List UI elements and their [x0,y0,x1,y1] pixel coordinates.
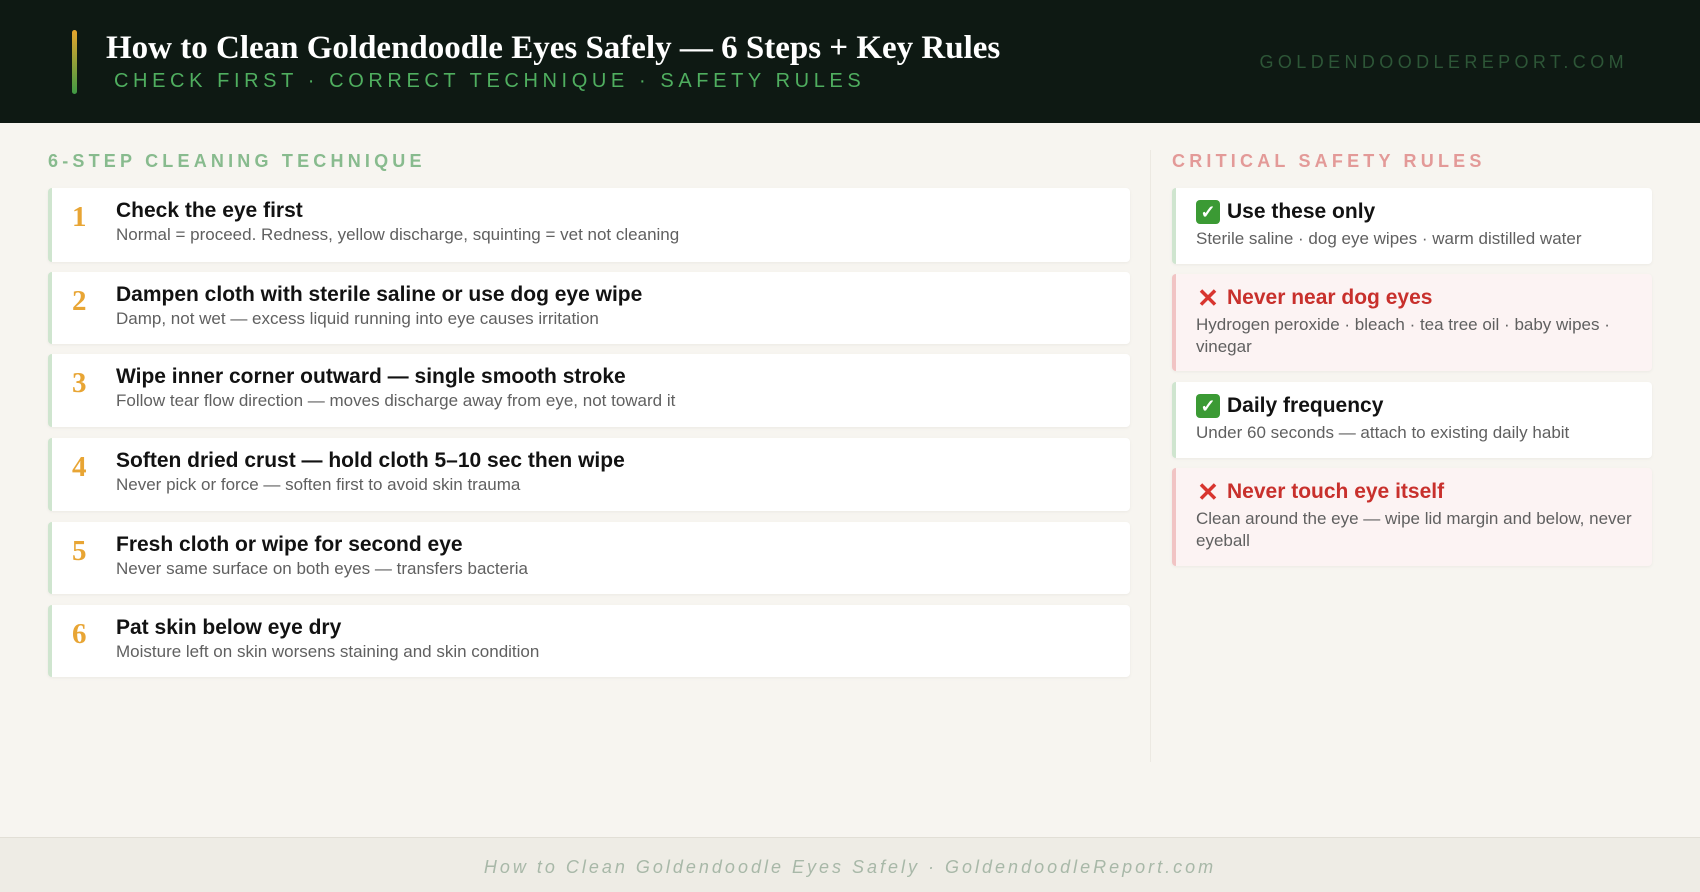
check-icon: ✓ [1196,200,1220,224]
step-title: Pat skin below eye dry [116,616,342,639]
step-title: Check the eye first [116,199,303,222]
cross-icon: ✕ [1197,477,1219,507]
step-title: Soften dried crust — hold cloth 5–10 sec… [116,449,625,472]
site-name[interactable]: GOLDENDOODLEREPORT.COM [1259,52,1628,73]
step-number: 6 [72,618,87,650]
rule-title: Use these only [1227,200,1376,223]
step-description: Never pick or force — soften first to av… [116,475,521,494]
steps-section-title: 6-STEP CLEANING TECHNIQUE [48,151,426,171]
step-number: 4 [72,451,87,483]
step-card: 1 Check the eye first Normal = proceed. … [48,188,1130,262]
rule-card: ✕ Never touch eye itself Clean around th… [1172,468,1652,566]
step-card: 4 Soften dried crust — hold cloth 5–10 s… [48,438,1130,511]
step-card: 2 Dampen cloth with sterile saline or us… [48,272,1130,344]
step-number: 1 [72,201,87,233]
rule-description: Clean around the eye — wipe lid margin a… [1196,509,1632,550]
step-number: 5 [72,535,87,567]
cross-icon: ✕ [1197,283,1219,313]
step-number: 2 [72,285,87,317]
rule-title: Daily frequency [1227,394,1384,417]
step-description: Follow tear flow direction — moves disch… [116,391,676,410]
step-title: Wipe inner corner outward — single smoot… [116,365,626,388]
check-icon: ✓ [1196,394,1220,418]
step-number: 3 [72,367,87,399]
footer: How to Clean Goldendoodle Eyes Safely · … [0,837,1700,892]
step-description: Moisture left on skin worsens staining a… [116,642,540,661]
step-description: Never same surface on both eyes — transf… [116,559,528,578]
page-subtitle: CHECK FIRST · CORRECT TECHNIQUE · SAFETY… [114,70,866,92]
rule-title: Never touch eye itself [1227,480,1445,503]
step-description: Damp, not wet — excess liquid running in… [116,309,599,328]
rule-card: ✓ Use these only Sterile saline · dog ey… [1172,188,1652,264]
header-accent-bar [72,30,77,94]
step-title: Dampen cloth with sterile saline or use … [116,283,643,306]
step-card: 6 Pat skin below eye dry Moisture left o… [48,605,1130,677]
column-divider [1150,150,1151,762]
footer-text: How to Clean Goldendoodle Eyes Safely · … [483,857,1217,877]
rule-description: Under 60 seconds — attach to existing da… [1196,423,1570,442]
step-card: 5 Fresh cloth or wipe for second eye Nev… [48,522,1130,594]
step-card: 3 Wipe inner corner outward — single smo… [48,354,1130,427]
rule-description: Sterile saline · dog eye wipes · warm di… [1196,229,1582,248]
rule-card: ✓ Daily frequency Under 60 seconds — att… [1172,382,1652,458]
header: How to Clean Goldendoodle Eyes Safely — … [0,0,1700,123]
rules-section-title: CRITICAL SAFETY RULES [1172,151,1486,171]
rule-title: Never near dog eyes [1227,286,1433,309]
step-description: Normal = proceed. Redness, yellow discha… [116,225,680,244]
rule-card: ✕ Never near dog eyes Hydrogen peroxide … [1172,274,1652,371]
step-title: Fresh cloth or wipe for second eye [116,533,463,556]
rule-description: Hydrogen peroxide · bleach · tea tree oi… [1196,315,1610,356]
page-title: How to Clean Goldendoodle Eyes Safely — … [106,30,1001,66]
